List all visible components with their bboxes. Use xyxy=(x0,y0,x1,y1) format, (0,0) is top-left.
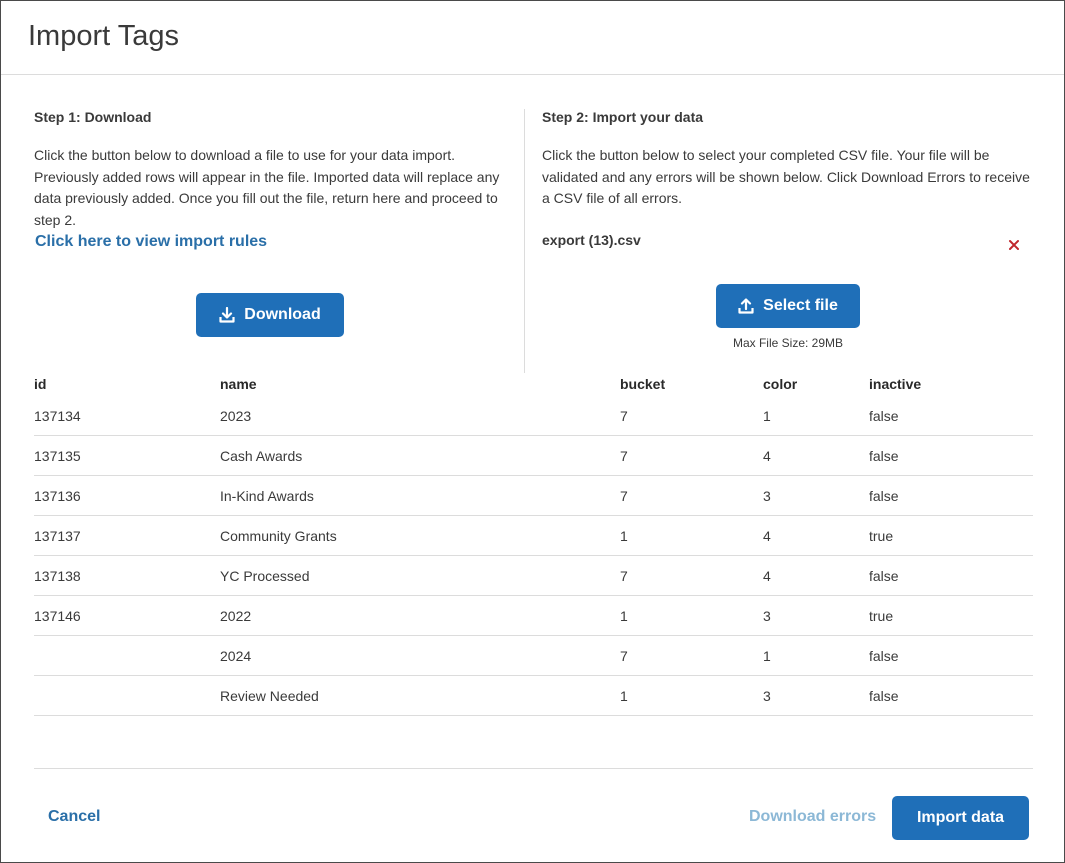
cell-color: 4 xyxy=(763,515,869,556)
cell-id: 137134 xyxy=(34,396,220,436)
cell-bucket: 7 xyxy=(620,555,763,596)
cell-bucket: 7 xyxy=(620,435,763,476)
column-header-color: color xyxy=(763,375,798,392)
cell-name: 2022 xyxy=(220,595,620,636)
tags-table: id name bucket color inactive 137134 202… xyxy=(34,371,1033,716)
step2-panel: Step 2: Import your data Click the butto… xyxy=(542,109,1032,210)
upload-icon xyxy=(738,298,754,314)
cell-id: 137136 xyxy=(34,475,220,516)
cell-id: 137137 xyxy=(34,515,220,556)
import-tags-dialog: Import Tags Step 1: Download Click the b… xyxy=(0,0,1065,863)
table-row: 137138 YC Processed 7 4 false xyxy=(34,555,1033,596)
cell-id xyxy=(34,675,220,716)
cell-bucket: 7 xyxy=(620,635,763,676)
step2-title: Step 2: Import your data xyxy=(542,109,704,125)
cell-color: 1 xyxy=(763,635,869,676)
dialog-title: Import Tags xyxy=(28,20,179,52)
cell-inactive: true xyxy=(869,515,1033,556)
download-errors-button[interactable]: Download errors xyxy=(749,808,876,826)
cell-bucket: 7 xyxy=(620,396,763,436)
import-rules-link[interactable]: Click here to view import rules xyxy=(35,233,267,251)
table-row: 137135 Cash Awards 7 4 false xyxy=(34,435,1033,476)
table-row: 137134 2023 7 1 false xyxy=(34,396,1033,436)
cell-inactive: false xyxy=(869,675,1033,716)
step2-description: Click the button below to select your co… xyxy=(542,147,1030,206)
cell-inactive: false xyxy=(869,635,1033,676)
select-file-label: Select file xyxy=(763,297,838,314)
cell-id: 137138 xyxy=(34,555,220,596)
step1-description: Click the button below to download a fil… xyxy=(34,147,500,228)
cell-id: 137135 xyxy=(34,435,220,476)
cell-id xyxy=(34,635,220,676)
cell-name: YC Processed xyxy=(220,555,620,596)
table-row: 137136 In-Kind Awards 7 3 false xyxy=(34,475,1033,516)
cell-color: 3 xyxy=(763,675,869,716)
cell-inactive: true xyxy=(869,595,1033,636)
cell-color: 4 xyxy=(763,555,869,596)
step1-title: Step 1: Download xyxy=(34,109,152,125)
cell-color: 3 xyxy=(763,475,869,516)
footer-divider xyxy=(34,768,1033,769)
cancel-button[interactable]: Cancel xyxy=(48,808,100,826)
cell-name: Community Grants xyxy=(220,515,620,556)
download-button[interactable]: Download xyxy=(196,293,344,337)
cell-name: In-Kind Awards xyxy=(220,475,620,516)
table-header-row: id name bucket color inactive xyxy=(34,371,1033,396)
cell-color: 3 xyxy=(763,595,869,636)
step1-panel: Step 1: Download Click the button below … xyxy=(34,109,504,251)
cell-color: 1 xyxy=(763,396,869,436)
select-file-button[interactable]: Select file xyxy=(716,284,860,328)
download-icon xyxy=(219,307,235,323)
column-header-name: name xyxy=(220,375,257,392)
cell-bucket: 1 xyxy=(620,515,763,556)
close-icon[interactable] xyxy=(1007,239,1021,253)
download-button-label: Download xyxy=(244,306,321,323)
cell-bucket: 1 xyxy=(620,595,763,636)
cell-name: Cash Awards xyxy=(220,435,620,476)
cell-id: 137146 xyxy=(34,595,220,636)
cell-bucket: 7 xyxy=(620,475,763,516)
import-data-button[interactable]: Import data xyxy=(892,796,1029,840)
column-header-bucket: bucket xyxy=(620,375,666,392)
selected-file-name: export (13).csv xyxy=(542,232,641,248)
table-row: 137146 2022 1 3 true xyxy=(34,595,1033,636)
cell-inactive: false xyxy=(869,396,1033,436)
cell-color: 4 xyxy=(763,435,869,476)
max-file-size-note: Max File Size: 29MB xyxy=(732,336,844,350)
cell-name: 2023 xyxy=(220,396,620,436)
table-row: 137137 Community Grants 1 4 true xyxy=(34,515,1033,556)
dialog-header: Import Tags xyxy=(1,1,1064,75)
cell-name: Review Needed xyxy=(220,675,620,716)
cell-inactive: false xyxy=(869,435,1033,476)
table-row: 2024 7 1 false xyxy=(34,635,1033,676)
cell-name: 2024 xyxy=(220,635,620,676)
table-row: Review Needed 1 3 false xyxy=(34,675,1033,716)
column-header-id: id xyxy=(34,375,47,392)
cell-bucket: 1 xyxy=(620,675,763,716)
steps-divider xyxy=(524,109,525,373)
cell-inactive: false xyxy=(869,475,1033,516)
column-header-inactive: inactive xyxy=(869,375,922,392)
cell-inactive: false xyxy=(869,555,1033,596)
